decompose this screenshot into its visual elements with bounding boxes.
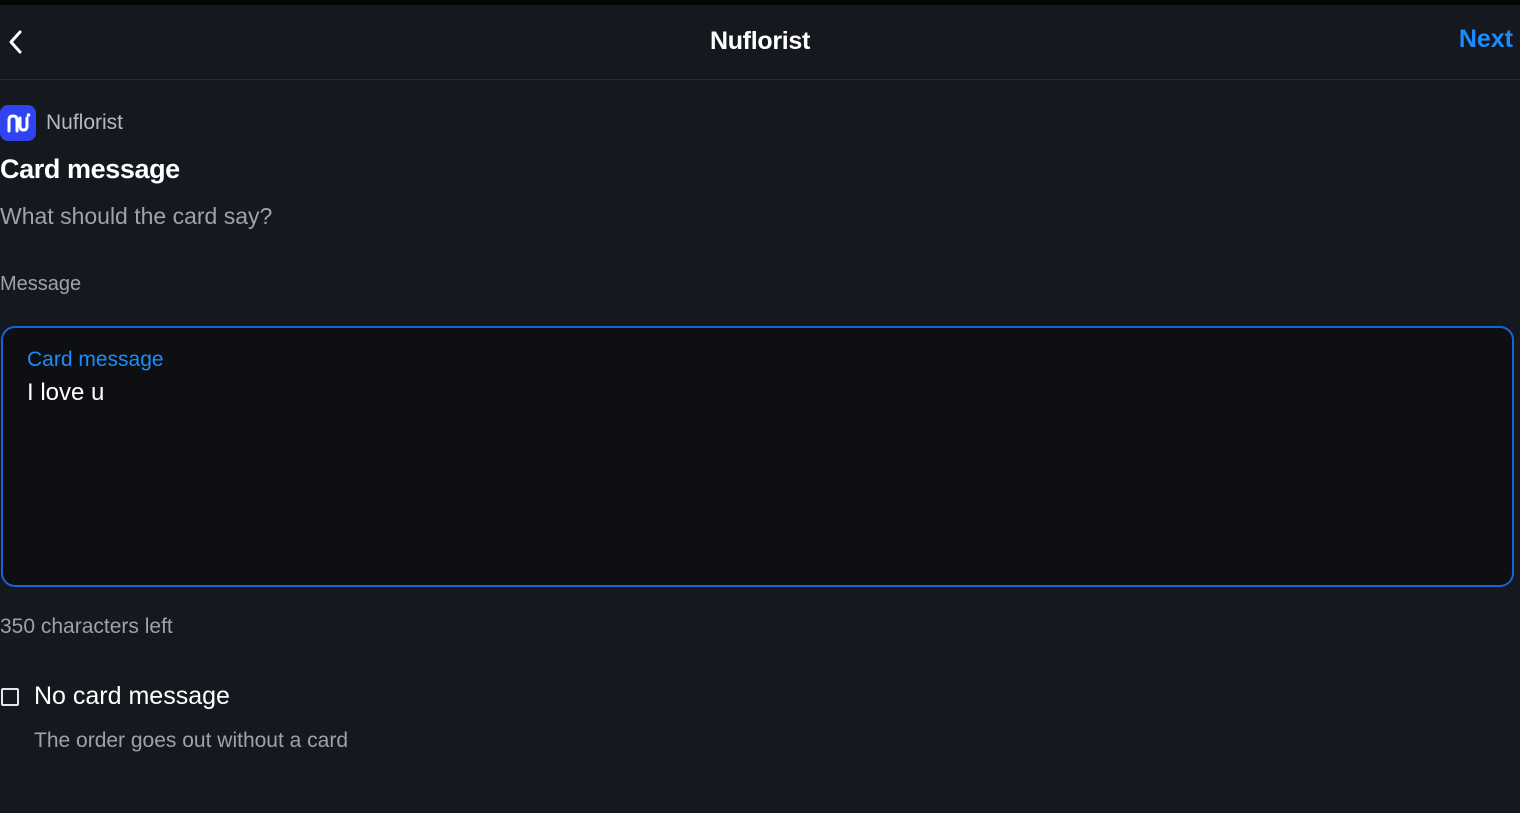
next-button[interactable]: Next xyxy=(1459,25,1513,54)
section-title: Card message xyxy=(0,154,180,184)
brand-name: Nuflorist xyxy=(46,111,124,134)
page-title: Nuflorist xyxy=(709,27,811,55)
card-message-floating-label: Card message xyxy=(27,348,164,371)
card-message-textarea[interactable]: Card message I love u xyxy=(1,326,1514,587)
no-card-message-checkbox[interactable] xyxy=(1,688,19,706)
card-message-value: I love u xyxy=(27,379,105,406)
no-card-message-description: The order goes out without a card xyxy=(34,729,349,752)
message-label: Message xyxy=(0,273,82,295)
brand-row: Nuflorist xyxy=(0,105,123,141)
app-header: Nuflorist Next xyxy=(0,5,1520,80)
no-card-message-label[interactable]: No card message xyxy=(34,682,230,711)
characters-left-counter: 350 characters left xyxy=(0,615,173,638)
nuflorist-logo-icon xyxy=(0,105,36,141)
section-subtitle: What should the card say? xyxy=(0,203,273,229)
